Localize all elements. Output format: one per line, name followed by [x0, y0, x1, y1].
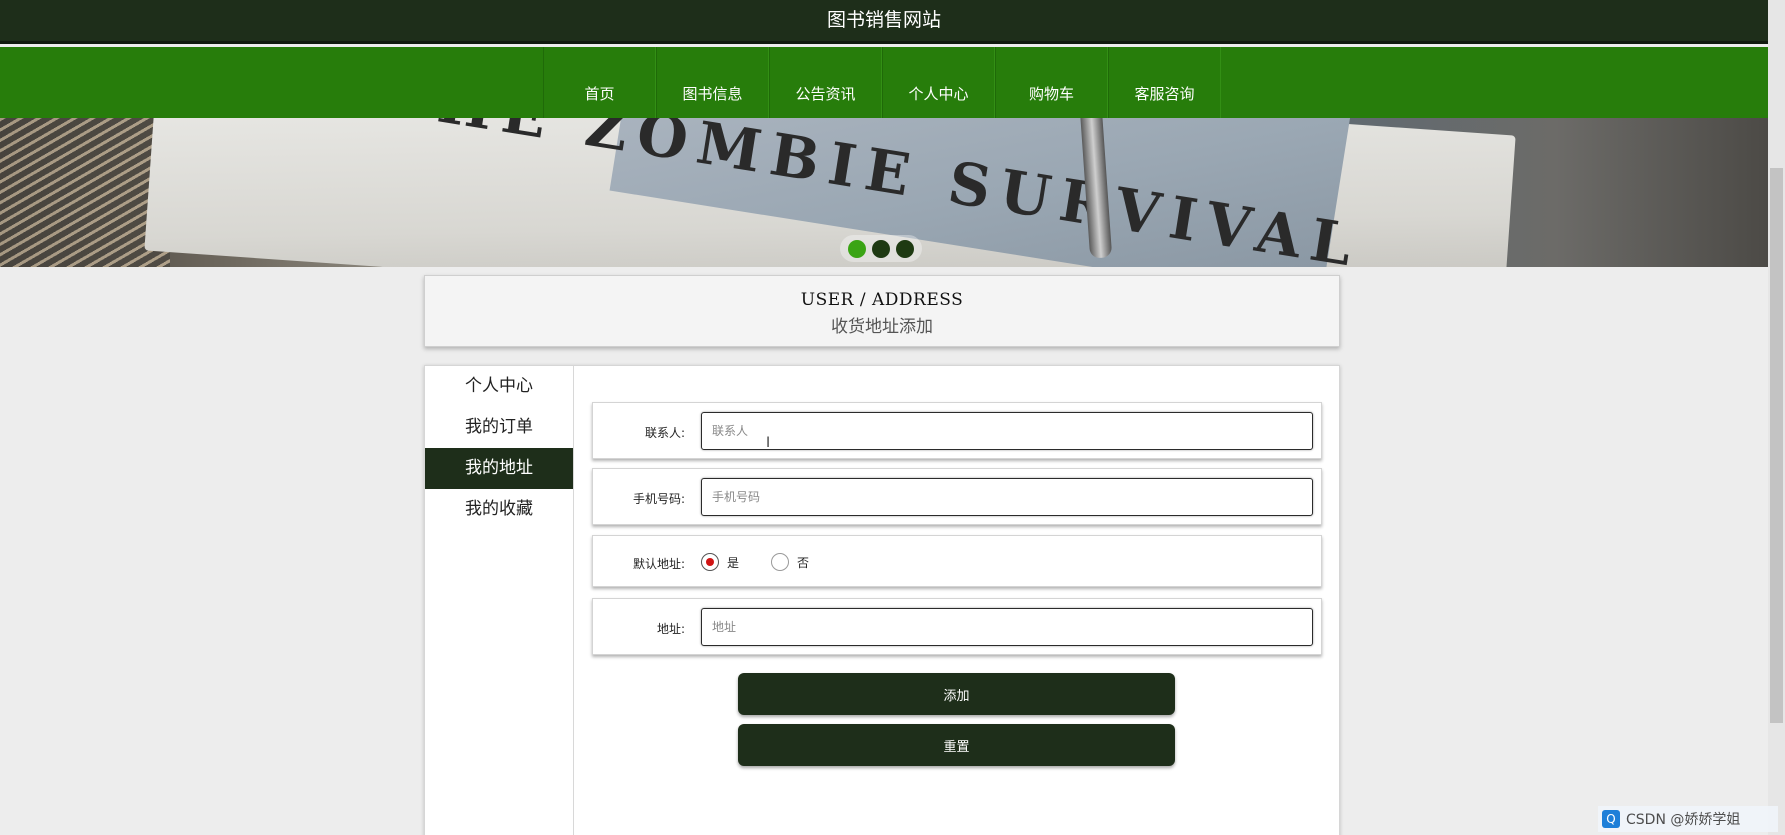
watermark-text: CSDN @娇娇学姐	[1626, 812, 1741, 828]
address-input[interactable]	[701, 608, 1313, 646]
sidebar-item-profile[interactable]: 个人中心	[425, 366, 573, 407]
nav-item-news[interactable]: 公告资讯	[769, 47, 882, 118]
nav-item-support[interactable]: 客服咨询	[1108, 47, 1221, 118]
reset-button[interactable]: 重置	[738, 724, 1175, 766]
add-button[interactable]: 添加	[738, 673, 1175, 715]
radio-option-yes[interactable]: 是	[701, 553, 739, 571]
nav-item-cart[interactable]: 购物车	[995, 47, 1108, 118]
nav-item-home[interactable]: 首页	[543, 47, 656, 118]
radio-no-label: 否	[797, 555, 810, 570]
carousel-dot-2[interactable]	[872, 239, 890, 258]
phone-row: 手机号码:	[592, 468, 1322, 525]
page-title-cn: 收货地址添加	[831, 317, 933, 337]
sidebar-item-address[interactable]: 我的地址	[425, 448, 573, 489]
phone-label: 手机号码:	[632, 492, 685, 506]
content-panel: 个人中心 我的订单 我的地址 我的收藏 联系人: 手机号码: 默认地址: 是 否…	[424, 365, 1340, 835]
carousel-indicators	[840, 235, 922, 262]
nav-item-books[interactable]: 图书信息	[656, 47, 769, 118]
sidebar-item-orders[interactable]: 我的订单	[425, 407, 573, 448]
site-header: 图书销售网站	[0, 0, 1768, 44]
watermark-logo-icon: Q	[1602, 810, 1620, 828]
page-scrollbar[interactable]	[1768, 0, 1785, 835]
watermark: Q CSDN @娇娇学姐	[1598, 806, 1778, 832]
carousel-dot-3[interactable]	[896, 239, 914, 258]
sidebar: 个人中心 我的订单 我的地址 我的收藏	[425, 366, 574, 835]
radio-option-no[interactable]: 否	[771, 553, 809, 571]
main-nav: 首页 图书信息 公告资讯 个人中心 购物车 客服咨询	[0, 47, 1768, 118]
sidebar-item-favorites[interactable]: 我的收藏	[425, 489, 573, 530]
phone-input[interactable]	[701, 478, 1313, 516]
nav-item-profile[interactable]: 个人中心	[882, 47, 995, 118]
default-address-row: 默认地址: 是 否	[592, 535, 1322, 587]
scrollbar-thumb[interactable]	[1770, 168, 1783, 723]
page-title-en: USER / ADDRESS	[800, 290, 964, 310]
page-title-box: USER / ADDRESS 收货地址添加	[424, 275, 1340, 347]
radio-no[interactable]	[771, 553, 790, 571]
contact-row: 联系人:	[592, 402, 1322, 459]
carousel-dot-1[interactable]	[848, 239, 866, 258]
radio-yes-label: 是	[727, 555, 740, 570]
address-label: 地址:	[656, 622, 685, 636]
contact-label: 联系人:	[644, 426, 685, 440]
site-title: 图书销售网站	[826, 9, 941, 31]
contact-input[interactable]	[701, 412, 1313, 450]
default-address-label: 默认地址:	[632, 557, 685, 571]
text-cursor-icon: I	[766, 435, 771, 451]
address-row: 地址:	[592, 598, 1322, 655]
banner-carousel: THE ZOMBIE SURVIVAL	[0, 118, 1768, 267]
default-address-radios: 是 否	[701, 553, 841, 571]
radio-yes[interactable]	[701, 553, 719, 571]
